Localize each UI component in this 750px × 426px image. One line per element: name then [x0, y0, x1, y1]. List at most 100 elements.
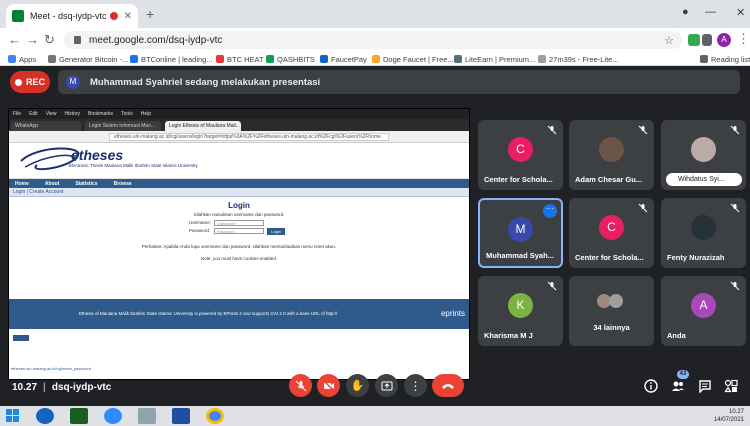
raise-hand-button[interactable]: ✋ — [346, 374, 369, 397]
presenting-text: Muhammad Syahriel sedang melakukan prese… — [90, 76, 321, 88]
reading-list-icon — [700, 55, 708, 63]
chat-icon[interactable] — [698, 379, 712, 393]
zoom-icon[interactable] — [104, 408, 122, 424]
shared-urlbar: etheses.uin-malang.ac.id/cgi/users/login… — [9, 131, 469, 143]
others-count: 34 lainnya — [593, 323, 630, 332]
activities-icon[interactable] — [724, 379, 738, 393]
browser-toolbar: ← → ↻ meet.google.com/dsq-iydp-vtc ☆ A ⋮ — [0, 28, 750, 52]
nav-item: Home — [15, 180, 29, 187]
recording-badge[interactable]: REC — [10, 71, 50, 93]
word-icon[interactable] — [172, 408, 190, 424]
shared-screen: File Edit View History Bookmarks Tools H… — [8, 108, 470, 380]
leave-call-button[interactable] — [432, 374, 464, 397]
participant-avatar: C — [508, 137, 533, 162]
chrome-menu-icon[interactable]: ⋮ — [737, 31, 750, 47]
more-options-icon[interactable]: ··· — [543, 204, 557, 218]
new-tab-button[interactable]: + — [146, 6, 154, 22]
participant-tile[interactable]: K Kharisma M J — [478, 276, 563, 346]
lock-icon — [74, 36, 81, 44]
nav-item: Browse — [113, 180, 132, 187]
record-dot-icon — [14, 78, 22, 86]
bookmark-item[interactable]: FaucetPay — [320, 52, 367, 66]
nav-item: About — [44, 180, 60, 187]
participant-avatar: C — [599, 215, 624, 240]
etheses-header: etheses Electronic Thesis Maulana Malik … — [9, 143, 469, 179]
presenter-avatar: M — [66, 75, 80, 89]
mic-toggle-button[interactable] — [289, 374, 312, 397]
close-tab-icon[interactable]: ✕ — [124, 11, 132, 22]
menu-item: View — [45, 111, 57, 117]
participant-photo — [609, 294, 623, 308]
meet-favicon-icon — [12, 10, 24, 22]
recording-indicator-icon — [109, 12, 118, 20]
bookmark-item[interactable]: Generator Bitcoin -... — [48, 52, 128, 66]
participant-photo — [691, 215, 716, 240]
participant-tile[interactable]: C Center for Schola... — [478, 120, 563, 190]
system-clock[interactable]: 10.27 14/07/2021 — [714, 408, 744, 424]
bookmark-item[interactable]: Apps — [8, 52, 36, 66]
minimize-icon[interactable]: — — [705, 6, 716, 18]
bookmark-favicon-icon — [372, 55, 380, 63]
login-title: Login — [228, 201, 250, 210]
people-icon[interactable] — [671, 379, 685, 393]
present-button[interactable] — [375, 374, 398, 397]
self-tile[interactable]: A Anda — [661, 276, 746, 346]
bookmark-item[interactable]: 27m39s - Free-Lite... — [538, 52, 619, 66]
bookmark-item[interactable]: BTC HEAT — [216, 52, 264, 66]
login-hint: Silahkan masukkan username dan password. — [193, 212, 285, 217]
extensions-puzzle-icon[interactable] — [702, 34, 712, 46]
participant-tile-pinned[interactable]: ··· M Muhammad Syah... — [478, 198, 563, 268]
bookmark-item[interactable]: Doge Faucet | Free... — [372, 52, 454, 66]
bookmark-item[interactable]: QASHBITS — [266, 52, 315, 66]
profile-avatar[interactable]: A — [717, 33, 731, 47]
meeting-code: dsq-iydp-vtc — [51, 382, 112, 393]
participant-name: Muhammad Syah... — [486, 251, 554, 260]
others-tile[interactable]: 34 lainnya — [569, 276, 654, 346]
participant-photo — [599, 137, 624, 162]
bookmark-item[interactable]: BTConline | leading... — [130, 52, 213, 66]
tab-search-icon[interactable]: ● — [682, 6, 689, 18]
apps-grid-icon — [8, 55, 16, 63]
participant-name: Kharisma M J — [484, 331, 533, 340]
cookies-note: Note: you must have cookies enabled. — [200, 256, 278, 261]
bookmark-favicon-icon — [266, 55, 274, 63]
meeting-time: 10.27 — [12, 382, 38, 393]
excel-icon[interactable] — [70, 408, 88, 424]
bookmark-item[interactable]: LiteEarn | Premium... — [454, 52, 535, 66]
mic-off-icon — [547, 125, 557, 135]
shared-menubar: File Edit View History Bookmarks Tools H… — [9, 109, 469, 119]
chrome-icon[interactable] — [206, 408, 224, 424]
bookmark-star-icon[interactable]: ☆ — [664, 34, 674, 47]
edge-icon[interactable] — [36, 408, 54, 424]
more-options-button[interactable]: ⋮ — [404, 374, 427, 397]
clock-date: 14/07/2021 — [713, 417, 744, 423]
reading-list[interactable]: Reading list — [700, 52, 750, 66]
bookmarks-bar: Apps Generator Bitcoin -... BTConline | … — [0, 52, 750, 66]
participant-tile[interactable]: Wihdatus Syi... — [661, 120, 746, 190]
reload-icon[interactable]: ↻ — [44, 32, 55, 48]
participant-name: Center for Schola... — [575, 253, 644, 262]
file-explorer-icon[interactable] — [138, 408, 156, 424]
address-bar[interactable]: meet.google.com/dsq-iydp-vtc ☆ — [64, 31, 682, 49]
participant-tile[interactable]: Adam Chesar Gu... — [569, 120, 654, 190]
etheses-subnav: Login | Create Account — [9, 188, 469, 197]
participant-tile[interactable]: C Center for Schola... — [569, 198, 654, 268]
url-text: meet.google.com/dsq-iydp-vtc — [89, 34, 223, 46]
windows-taskbar: 10.27 14/07/2021 — [0, 406, 750, 426]
camera-toggle-button[interactable] — [317, 374, 340, 397]
back-icon[interactable]: ← — [8, 32, 21, 47]
bookmark-favicon-icon — [538, 55, 546, 63]
forward-icon[interactable]: → — [26, 32, 39, 47]
login-form: Login Silahkan masukkan username dan pas… — [9, 197, 469, 287]
footer-text: Ethesis of Maulana Malik Ibrahim State I… — [79, 311, 338, 316]
participant-tile[interactable]: Fenty Nurazizah — [661, 198, 746, 268]
close-window-icon[interactable]: ✕ — [736, 6, 745, 19]
windows-start-icon[interactable] — [6, 408, 20, 424]
browser-tab[interactable]: Meet - dsq-iydp-vtc ✕ — [6, 4, 138, 28]
bookmark-favicon-icon — [130, 55, 138, 63]
etheses-logo-text: etheses — [71, 147, 124, 163]
info-icon[interactable] — [644, 379, 658, 393]
mic-off-icon — [730, 281, 740, 291]
extension-icon[interactable] — [688, 34, 700, 46]
eprints-logo: eprints — [440, 309, 465, 318]
